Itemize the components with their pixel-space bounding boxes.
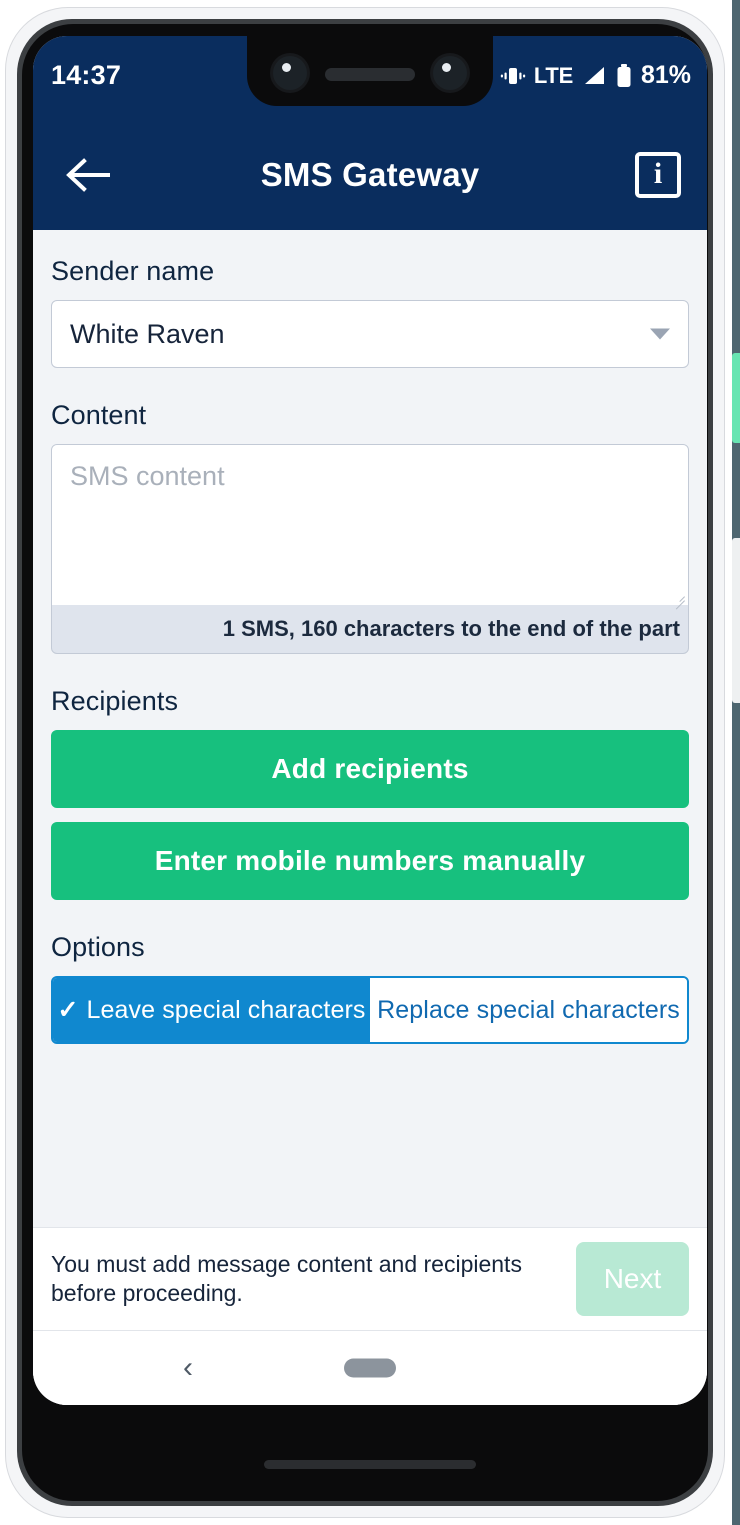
recipients-label: Recipients bbox=[51, 686, 179, 716]
content-field-wrapper: SMS content 1 SMS, 160 characters to the… bbox=[51, 444, 689, 654]
info-icon: i bbox=[653, 157, 663, 190]
status-bar: 14:37 LTE 81% bbox=[33, 36, 707, 120]
status-bar-indicators: LTE 81% bbox=[500, 61, 691, 90]
signal-bars-icon bbox=[584, 66, 604, 84]
front-camera-left-icon bbox=[273, 56, 307, 90]
screen-content: Sender name White Raven Content SMS cont… bbox=[33, 230, 707, 1405]
status-bar-clock: 14:37 bbox=[51, 60, 122, 90]
content-placeholder: SMS content bbox=[70, 461, 225, 491]
phone-screen: 14:37 LTE 81% SMS Gateway i Sender name … bbox=[33, 36, 707, 1405]
validation-warning-text: You must add message content and recipie… bbox=[51, 1250, 522, 1306]
sms-counter-text: 1 SMS, 160 characters to the end of the … bbox=[222, 616, 680, 641]
next-button[interactable]: Next bbox=[576, 1242, 689, 1316]
back-button[interactable] bbox=[61, 149, 113, 201]
earpiece-speaker bbox=[325, 68, 415, 81]
segment-leave-special-characters[interactable]: ✓ Leave special characters bbox=[53, 978, 370, 1042]
android-nav-bar: ‹ bbox=[33, 1331, 707, 1405]
special-characters-segmented-control: ✓ Leave special characters Replace speci… bbox=[51, 976, 689, 1044]
front-camera-right-icon bbox=[433, 56, 467, 90]
screenshot-root: 14:37 LTE 81% SMS Gateway i Sender name … bbox=[0, 0, 740, 1525]
sms-form: Sender name White Raven Content SMS cont… bbox=[33, 230, 707, 1044]
segment-replace-label: Replace special characters bbox=[377, 995, 680, 1024]
options-label: Options bbox=[51, 932, 145, 962]
vibrate-icon bbox=[500, 67, 526, 84]
app-bar: SMS Gateway i bbox=[33, 120, 707, 230]
chevron-down-icon bbox=[650, 328, 670, 340]
enter-numbers-manually-button[interactable]: Enter mobile numbers manually bbox=[51, 822, 689, 900]
home-pill-icon[interactable] bbox=[344, 1358, 396, 1378]
sms-counter-bar: 1 SMS, 160 characters to the end of the … bbox=[52, 605, 688, 653]
segment-replace-special-characters[interactable]: Replace special characters bbox=[370, 978, 687, 1042]
phone-chin-indicator bbox=[264, 1460, 476, 1469]
info-button[interactable]: i bbox=[635, 152, 681, 198]
check-icon: ✓ bbox=[57, 996, 79, 1024]
battery-icon bbox=[617, 63, 631, 87]
sender-name-value: White Raven bbox=[70, 318, 225, 349]
bottom-action-bar: You must add message content and recipie… bbox=[33, 1227, 707, 1331]
content-label: Content bbox=[51, 400, 147, 430]
side-button-lower[interactable] bbox=[732, 538, 740, 703]
textarea-resize-handle[interactable] bbox=[672, 589, 685, 610]
phone-side-rail bbox=[732, 0, 740, 1525]
back-arrow-icon bbox=[66, 158, 110, 192]
segment-leave-label: Leave special characters bbox=[86, 995, 366, 1024]
nav-back-icon[interactable]: ‹ bbox=[183, 1353, 193, 1383]
battery-percent-label: 81% bbox=[640, 61, 691, 89]
sender-name-label: Sender name bbox=[51, 256, 215, 286]
display-notch bbox=[247, 36, 493, 106]
network-type-label: LTE bbox=[533, 62, 573, 88]
add-recipients-button[interactable]: Add recipients bbox=[51, 730, 689, 808]
sender-name-select[interactable]: White Raven bbox=[51, 300, 689, 368]
page-title: SMS Gateway bbox=[260, 156, 480, 193]
side-button-upper[interactable] bbox=[732, 353, 740, 443]
content-textarea[interactable]: SMS content bbox=[52, 445, 688, 610]
